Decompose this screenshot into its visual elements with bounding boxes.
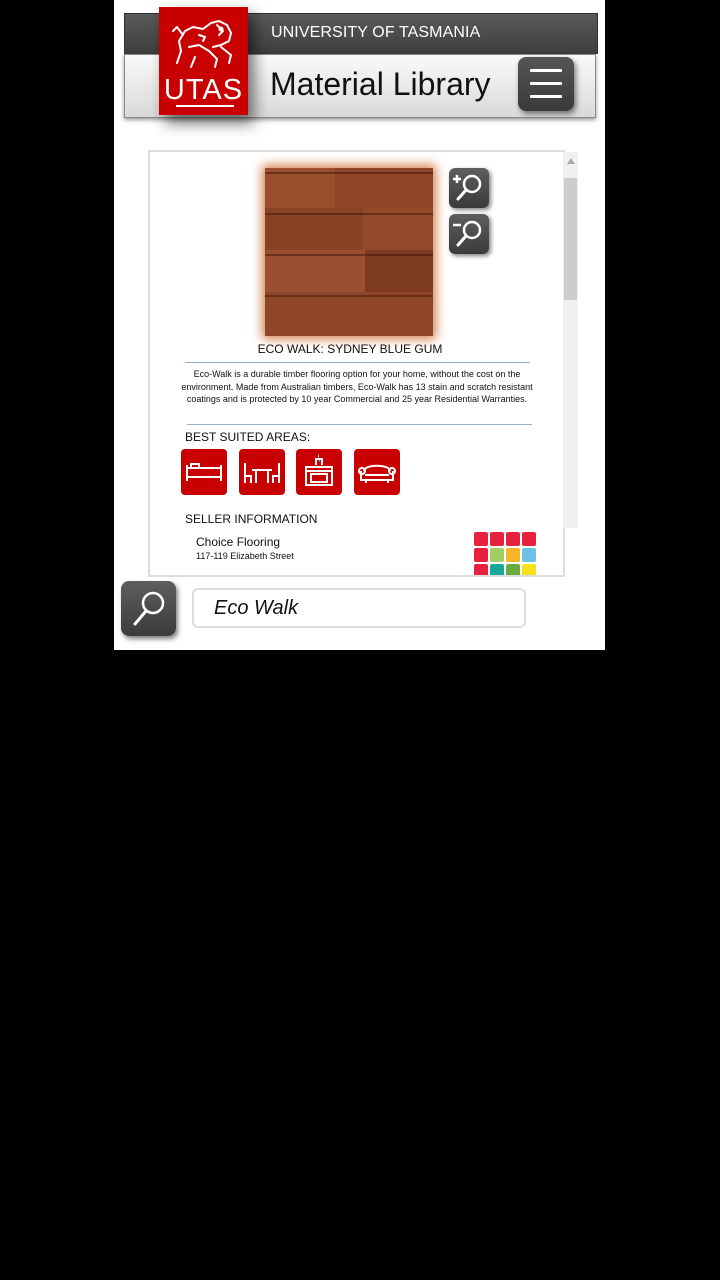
- product-name: ECO WALK: SYDNEY BLUE GUM: [257, 342, 443, 356]
- seller-address: 117-119 Elizabeth Street: [196, 551, 294, 561]
- logo-tile: [474, 548, 488, 562]
- logo-underline: [176, 105, 234, 107]
- search-button[interactable]: [121, 581, 176, 636]
- search-icon: [133, 591, 165, 626]
- logo-tile: [506, 548, 520, 562]
- menu-button[interactable]: [518, 57, 574, 111]
- hamburger-icon-line: [530, 82, 562, 85]
- zoom-out-button[interactable]: [449, 214, 489, 254]
- page-title: Material Library: [270, 66, 491, 102]
- divider: [187, 424, 532, 425]
- seller-information-label: SELLER INFORMATION: [185, 512, 318, 526]
- logo-tile: [490, 548, 504, 562]
- divider: [185, 362, 530, 363]
- logo-tile: [522, 564, 536, 575]
- product-description: Eco-Walk is a durable timber flooring op…: [181, 369, 533, 404]
- scroll-up-arrow-icon[interactable]: [567, 158, 575, 164]
- living-area-button[interactable]: [354, 449, 400, 495]
- material-swatch-image[interactable]: [265, 168, 433, 336]
- logo-tile: [474, 532, 488, 546]
- dining-area-button[interactable]: [239, 449, 285, 495]
- university-name: UNIVERSITY OF TASMANIA: [271, 24, 481, 41]
- zoom-out-icon: [453, 220, 482, 247]
- zoom-in-icon: [453, 174, 482, 201]
- hamburger-icon: [530, 69, 562, 72]
- kitchen-stove-icon: [305, 454, 333, 486]
- scrollbar-thumb[interactable]: [564, 178, 577, 300]
- panel-scrollbar[interactable]: [563, 152, 578, 528]
- utas-logo[interactable]: UTAS: [159, 7, 248, 115]
- sofa-icon: [358, 464, 396, 483]
- zoom-in-button[interactable]: [449, 168, 489, 208]
- material-detail-panel[interactable]: ECO WALK: SYDNEY BLUE GUM Eco-Walk is a …: [148, 150, 565, 577]
- logo-tile: [490, 532, 504, 546]
- dining-table-icon: [244, 463, 280, 483]
- logo-tile: [506, 564, 520, 575]
- best-suited-areas-label: BEST SUITED AREAS:: [185, 430, 311, 444]
- logo-tile: [474, 564, 488, 575]
- app-screen: UNIVERSITY OF TASMANIA Material Library …: [114, 0, 605, 650]
- logo-tile: [522, 548, 536, 562]
- logo-tile: [506, 532, 520, 546]
- logo-text: UTAS: [163, 74, 244, 106]
- bedroom-area-button[interactable]: [181, 449, 227, 495]
- logo-tile: [490, 564, 504, 575]
- hamburger-icon-line: [530, 95, 562, 98]
- kitchen-area-button[interactable]: [296, 449, 342, 495]
- plank-seams: [265, 168, 433, 336]
- seller-logo: [474, 532, 540, 575]
- bed-icon: [186, 463, 222, 481]
- seller-name[interactable]: Choice Flooring: [196, 535, 280, 549]
- lion-crest-icon: [172, 20, 232, 68]
- search-input[interactable]: [192, 588, 526, 628]
- logo-tile: [522, 532, 536, 546]
